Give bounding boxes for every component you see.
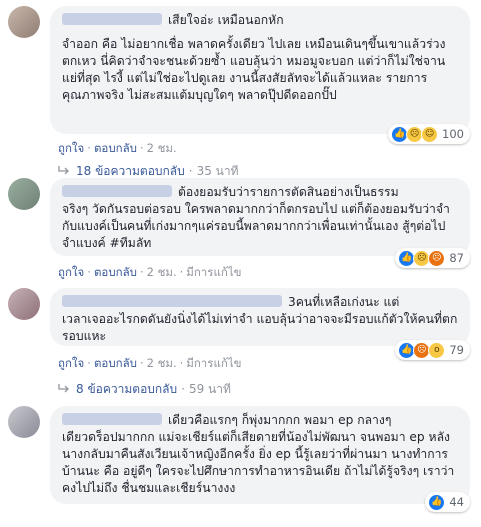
reaction-summary[interactable]: 👍 ☹ ☹ 87 [395, 248, 470, 268]
comment-time[interactable]: 2 ชม. [147, 141, 177, 155]
comment-inline-text: ต้องยอมรับว่ารายการตัดสินอย่างเป็นธรรม [178, 185, 399, 199]
reply-arrow-icon [58, 384, 69, 393]
reaction-count: 100 [442, 126, 464, 141]
avatar[interactable] [8, 178, 40, 210]
commenter-name-redacted[interactable] [62, 413, 162, 425]
comment-time[interactable]: 2 ชม. [147, 356, 177, 370]
reaction-summary[interactable]: 👍 ☹ ☺ 100 [388, 124, 470, 144]
comment-actions: ถูกใจ · ตอบกลับ · 2 ชม. [58, 141, 177, 155]
reaction-count: 79 [449, 342, 464, 357]
reply-link[interactable]: ตอบกลับ [94, 141, 137, 155]
comment-body: เดียวดร็อปมากกก แม่จะเชียร์แต่ก็เสียดายท… [62, 430, 455, 495]
comment-body: เวลาเจออะไรกดดันยังนิ่งได้ไม่เท่าจำ แอบล… [62, 312, 458, 343]
like-link[interactable]: ถูกใจ [58, 141, 84, 155]
reply-arrow-icon [58, 166, 69, 175]
commenter-name-redacted[interactable] [62, 295, 282, 307]
commenter-name-redacted[interactable] [62, 185, 172, 197]
wow-icon: o [428, 341, 446, 359]
comment-actions: ถูกใจ · ตอบกลับ · 2 ชม. · มีการแก้ไข [58, 265, 242, 279]
comment-body: จำออก คือ ไม่อยากเชื่อ พลาดครั้งเดียว ไป… [62, 37, 446, 102]
comment-inline-text: เสียใจอ่ะ เหมือนอกหัก [168, 13, 284, 27]
comment-body: จริงๆ วัดกันรอบต่อรอบ ใครพลาดมากกว่าก็ตก… [62, 202, 450, 250]
like-link[interactable]: ถูกใจ [58, 265, 84, 279]
comment-bubble: ต้องยอมรับว่ารายการตัดสินอย่างเป็นธรรม จ… [50, 178, 470, 268]
comment-inline-text: 3คนที่เหลือเก่งนะ แต่ [288, 295, 400, 309]
view-replies-link[interactable]: 8 ข้อความตอบกลับ · 59 นาที [58, 380, 231, 399]
avatar[interactable] [8, 288, 40, 320]
reaction-count: 44 [449, 494, 464, 509]
replies-time: 35 นาที [196, 164, 239, 178]
avatar[interactable] [8, 406, 40, 438]
reaction-summary[interactable]: 👍 44 [425, 492, 470, 512]
commenter-name-redacted[interactable] [62, 13, 162, 25]
replies-count[interactable]: 18 ข้อความตอบกลับ [76, 164, 185, 178]
like-icon: 👍 [428, 493, 446, 511]
like-link[interactable]: ถูกใจ [58, 356, 84, 370]
comment-bubble: เสียใจอ่ะ เหมือนอกหัก จำออก คือ ไม่อยากเ… [50, 6, 470, 144]
reply-link[interactable]: ตอบกลับ [94, 356, 137, 370]
angry-icon: ☹ [428, 249, 446, 267]
comment-bubble: 3คนที่เหลือเก่งนะ แต่ เวลาเจออะไรกดดันยั… [50, 288, 470, 360]
edited-label[interactable]: มีการแก้ไข [186, 265, 241, 279]
reaction-summary[interactable]: 👍 ☹ o 79 [395, 340, 470, 360]
comment-bubble: เดียวคือแรกๆ ก็พุ่งมากกก พอมา ep กลางๆ เ… [50, 406, 470, 512]
comment-time[interactable]: 2 ชม. [147, 265, 177, 279]
comment-inline-text: เดียวคือแรกๆ ก็พุ่งมากกก พอมา ep กลางๆ [168, 413, 392, 427]
avatar[interactable] [8, 6, 40, 38]
comment-actions: ถูกใจ · ตอบกลับ · 2 ชม. · มีการแก้ไข [58, 356, 242, 370]
replies-time: 59 นาที [188, 382, 231, 396]
replies-count[interactable]: 8 ข้อความตอบกลับ [76, 382, 177, 396]
edited-label[interactable]: มีการแก้ไข [186, 356, 241, 370]
reaction-count: 87 [449, 250, 464, 265]
haha-icon: ☺ [421, 125, 439, 143]
reply-link[interactable]: ตอบกลับ [94, 265, 137, 279]
